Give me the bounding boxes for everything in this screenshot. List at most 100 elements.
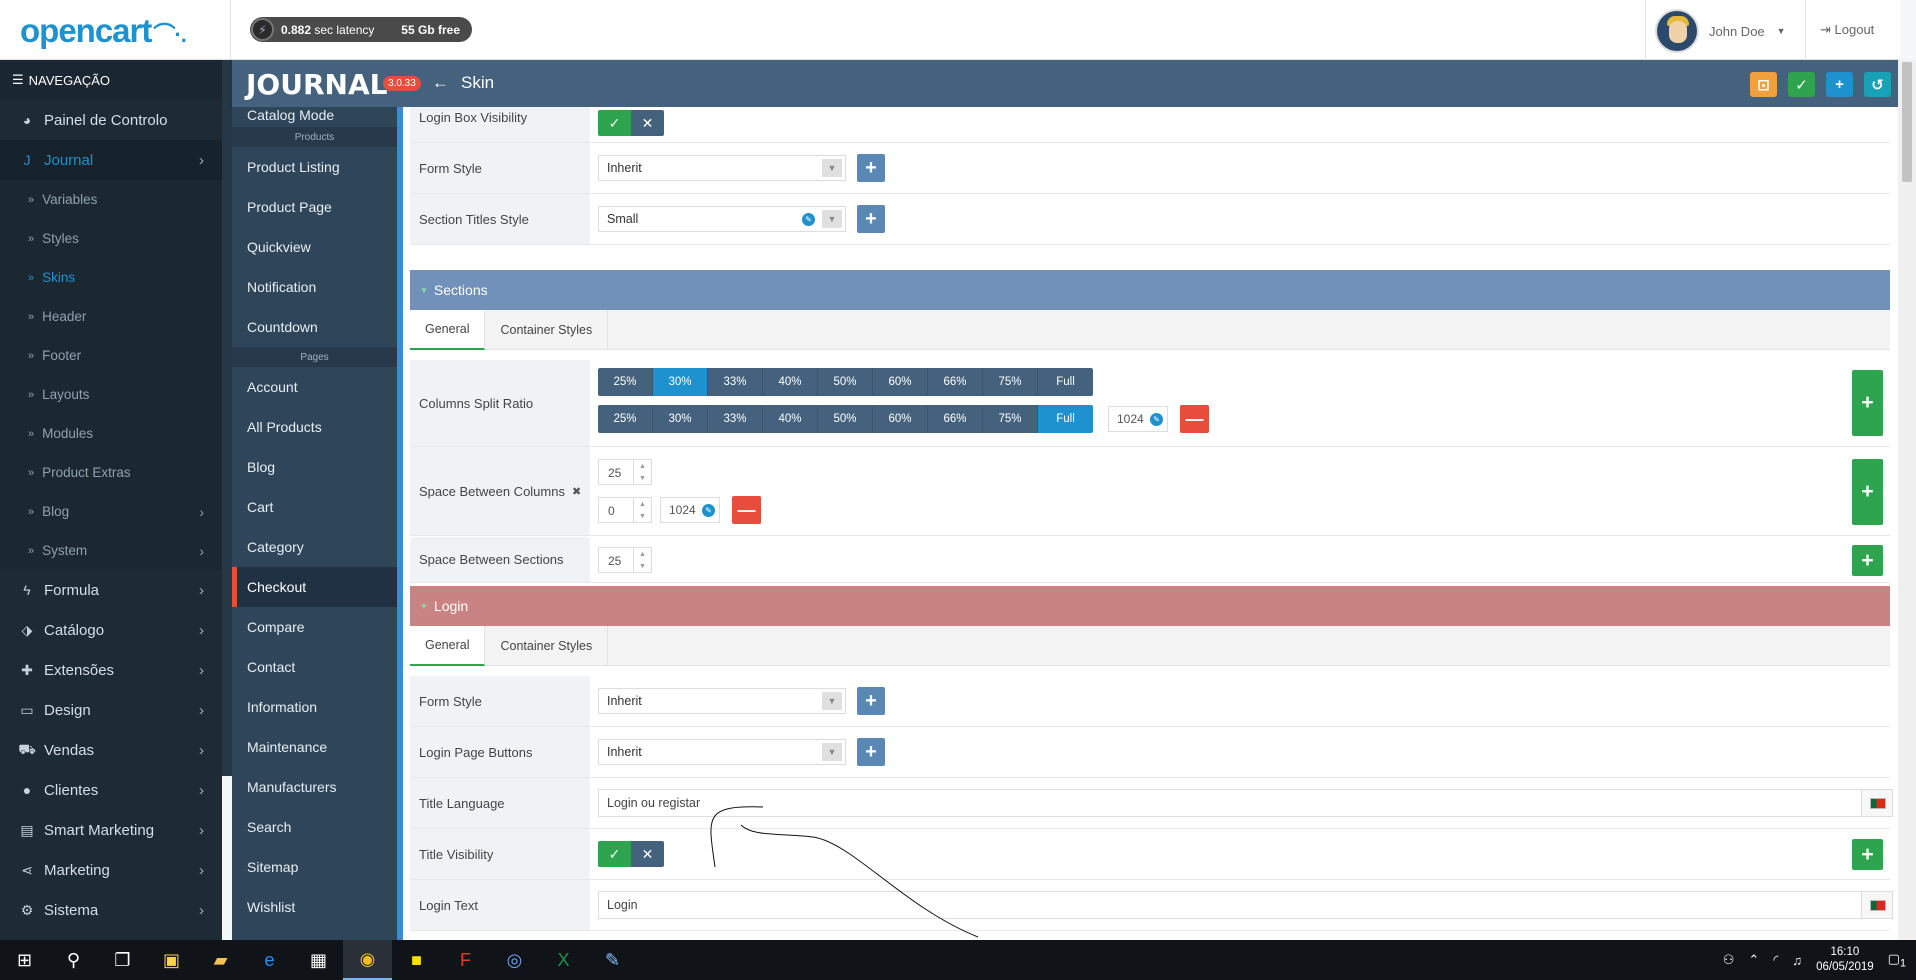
menu-item-compare[interactable]: Compare xyxy=(232,607,397,647)
sub-item-product-extras[interactable]: » Product Extras xyxy=(0,453,222,492)
desktop-ratio-option[interactable]: 66% xyxy=(928,368,983,396)
clock[interactable]: 16:10 06/05/2019 xyxy=(1816,945,1874,975)
task-view-icon[interactable]: ❐ xyxy=(98,940,147,980)
spinner-arrows-icon[interactable]: ▲ ▼ xyxy=(633,548,651,572)
desktop-ratio-option[interactable]: 33% xyxy=(708,368,763,396)
sub-item-blog[interactable]: » Blog › xyxy=(0,492,222,531)
language-selector[interactable] xyxy=(1861,891,1893,919)
add-style-button[interactable]: + xyxy=(857,738,885,766)
opencart-logo[interactable]: opencart⌒·. xyxy=(20,12,187,50)
menu-item-contact[interactable]: Contact xyxy=(232,647,397,687)
spinner-arrows-icon[interactable]: ▲ ▼ xyxy=(633,498,651,522)
menu-item-checkout[interactable]: Checkout xyxy=(232,567,397,607)
add-style-button[interactable]: + xyxy=(857,687,885,715)
edit-icon[interactable]: ✎ xyxy=(1150,413,1163,426)
menu-item-wishlist[interactable]: Wishlist xyxy=(232,887,397,927)
menu-item-countdown[interactable]: Countdown xyxy=(232,307,397,347)
nav-item-extensoes[interactable]: ✚ Extensões › xyxy=(0,650,222,690)
menu-item-information[interactable]: Information xyxy=(232,687,397,727)
add-breakpoint-button[interactable]: + xyxy=(1852,459,1883,525)
menu-item-notification[interactable]: Notification xyxy=(232,267,397,307)
nav-item-marketing[interactable]: ⋖ Marketing › xyxy=(0,850,222,890)
menu-item-search[interactable]: Search xyxy=(232,807,397,847)
login-form-style-select[interactable]: Inherit ▼ xyxy=(598,688,846,714)
tab-container-styles[interactable]: Container Styles xyxy=(485,310,609,350)
breakpoint-input[interactable]: 1024 ✎ xyxy=(660,497,720,523)
login-buttons-select[interactable]: Inherit ▼ xyxy=(598,739,846,765)
menu-item-product-page[interactable]: Product Page xyxy=(232,187,397,227)
add-button[interactable]: + xyxy=(1826,72,1853,97)
check-icon[interactable]: ✓ xyxy=(598,841,631,867)
sub-item-footer[interactable]: » Footer xyxy=(0,336,222,375)
spinner-arrows-icon[interactable]: ▲ ▼ xyxy=(633,460,651,484)
login-header[interactable]: ▼ Login xyxy=(410,586,1890,626)
check-icon[interactable]: ✓ xyxy=(598,110,631,136)
sections-header[interactable]: ▼ Sections xyxy=(410,270,1890,310)
language-selector[interactable] xyxy=(1861,789,1893,817)
filezilla-icon[interactable]: F xyxy=(441,940,490,980)
nav-item-formula[interactable]: ϟ Formula › xyxy=(0,570,222,610)
menu-item-maintenance[interactable]: Maintenance xyxy=(232,727,397,767)
paint-icon[interactable]: ✎ xyxy=(588,940,637,980)
nav-item-journal[interactable]: J Journal › xyxy=(0,140,222,180)
menu-item-cart[interactable]: Cart xyxy=(232,487,397,527)
menu-item-sitemap[interactable]: Sitemap xyxy=(232,847,397,887)
menu-item-category[interactable]: Category xyxy=(232,527,397,567)
tab-container-styles[interactable]: Container Styles xyxy=(485,626,609,666)
volume-icon[interactable]: ♫ xyxy=(1792,953,1802,968)
tab-general[interactable]: General xyxy=(410,626,486,666)
edit-icon[interactable]: ✎ xyxy=(702,504,715,517)
nav-item-catalogo[interactable]: ⬗ Catálogo › xyxy=(0,610,222,650)
desktop-ratio-option[interactable]: 60% xyxy=(873,368,928,396)
desktop-ratio-option[interactable]: 30% xyxy=(653,368,708,396)
add-style-button[interactable]: + xyxy=(857,154,885,182)
nav-item-smart-marketing[interactable]: ▤ Smart Marketing › xyxy=(0,810,222,850)
login-text-input[interactable]: Login xyxy=(598,891,1862,919)
section-titles-select[interactable]: Small ✎ ▼ xyxy=(598,206,846,232)
sub-item-layouts[interactable]: » Layouts xyxy=(0,375,222,414)
excel-icon[interactable]: X xyxy=(539,940,588,980)
add-style-button[interactable]: + xyxy=(857,205,885,233)
breakpoint-ratio-option[interactable]: 60% xyxy=(873,405,928,433)
sub-item-system[interactable]: » System › xyxy=(0,531,222,570)
nav-item-design[interactable]: ▭ Design › xyxy=(0,690,222,730)
import-button[interactable]: ⊡ xyxy=(1750,72,1777,97)
nav-item-sistema[interactable]: ⚙ Sistema › xyxy=(0,890,222,930)
app-icon[interactable]: ◎ xyxy=(490,940,539,980)
logout-link[interactable]: ⇥ Logout xyxy=(1820,22,1874,38)
network-icon[interactable]: ◜ xyxy=(1773,952,1778,968)
sub-item-styles[interactable]: » Styles xyxy=(0,219,222,258)
save-button[interactable]: ✓ xyxy=(1788,72,1815,97)
scroll-thumb[interactable] xyxy=(1902,62,1912,182)
page-scrollbar[interactable] xyxy=(1898,60,1916,940)
add-breakpoint-button[interactable]: + xyxy=(1852,839,1883,870)
store-icon[interactable]: ▣ xyxy=(147,940,196,980)
tab-general[interactable]: General xyxy=(410,310,486,350)
sub-item-skins[interactable]: » Skins xyxy=(0,258,222,297)
close-icon[interactable]: ✕ xyxy=(631,841,664,867)
menu-item-manufacturers[interactable]: Manufacturers xyxy=(232,767,397,807)
breakpoint-ratio-option[interactable]: 30% xyxy=(653,405,708,433)
desktop-ratio-option[interactable]: 50% xyxy=(818,368,873,396)
nav-item-painel[interactable]: ◕ Painel de Controlo xyxy=(0,100,222,140)
menu-item-catalog-mode[interactable]: Catalog Mode xyxy=(232,107,397,127)
chrome-icon[interactable]: ◉ xyxy=(343,940,392,980)
windows-start-icon[interactable]: ⊞ xyxy=(0,940,49,980)
file-explorer-icon[interactable]: ▰ xyxy=(196,940,245,980)
desktop-ratio-option[interactable]: 25% xyxy=(598,368,653,396)
back-arrow-icon[interactable]: ← xyxy=(432,73,449,92)
breakpoint-ratio-option[interactable]: 75% xyxy=(983,405,1038,433)
user-menu[interactable]: John Doe ▼ xyxy=(1655,9,1786,53)
menu-item-blog[interactable]: Blog xyxy=(232,447,397,487)
nav-item-clientes[interactable]: ● Clientes › xyxy=(0,770,222,810)
remove-breakpoint-button[interactable]: — xyxy=(1180,405,1209,433)
people-icon[interactable]: ⚇ xyxy=(1723,952,1735,968)
calculator-icon[interactable]: ▦ xyxy=(294,940,343,980)
breakpoint-input[interactable]: 1024 ✎ xyxy=(1108,406,1168,432)
sub-item-variables[interactable]: » Variables xyxy=(0,180,222,219)
sub-item-modules[interactable]: » Modules xyxy=(0,414,222,453)
menu-item-account[interactable]: Account xyxy=(232,367,397,407)
visibility-toggle[interactable]: ✓ ✕ xyxy=(598,110,664,136)
space-columns-breakpoint-input[interactable]: 0 ▲ ▼ xyxy=(598,497,652,523)
tray-expand-icon[interactable]: ⌃ xyxy=(1748,952,1759,968)
